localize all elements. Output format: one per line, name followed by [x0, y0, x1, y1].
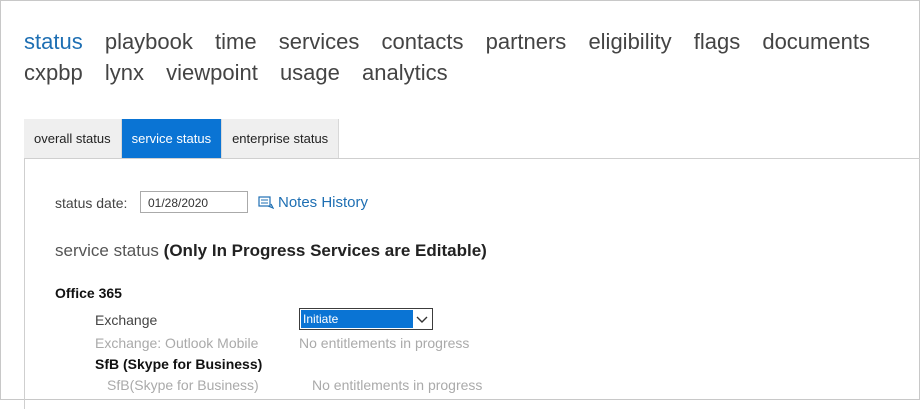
section-note: (Only In Progress Services are Editable)	[163, 241, 487, 260]
office365-heading: Office 365	[55, 285, 122, 301]
tab-service-status[interactable]: service status	[121, 119, 223, 158]
status-date-field[interactable]: 01/28/2020	[140, 191, 248, 213]
sfb-heading: SfB (Skype for Business)	[95, 356, 263, 372]
exchange-status-select[interactable]: Initiate	[299, 308, 433, 330]
nav-viewpoint[interactable]: viewpoint	[166, 60, 258, 85]
nav-eligibility[interactable]: eligibility	[588, 29, 671, 54]
nav-time[interactable]: time	[215, 29, 257, 54]
nav-playbook[interactable]: playbook	[105, 29, 193, 54]
section-title: service status (Only In Progress Service…	[55, 241, 487, 261]
nav-services[interactable]: services	[279, 29, 360, 54]
nav-flags[interactable]: flags	[694, 29, 740, 54]
nav-documents[interactable]: documents	[762, 29, 870, 54]
notes-icon	[258, 196, 274, 209]
exchange-label: Exchange	[95, 312, 158, 328]
exchange-status-value: Initiate	[301, 310, 413, 328]
tab-overall-status[interactable]: overall status	[24, 119, 122, 158]
sfb-label: SfB(Skype for Business)	[107, 377, 259, 393]
notes-history-label: Notes History	[278, 194, 369, 211]
nav-cxpbp[interactable]: cxpbp	[24, 60, 83, 85]
sfb-status: No entitlements in progress	[312, 377, 483, 393]
nav-usage[interactable]: usage	[280, 60, 340, 85]
chevron-down-icon	[416, 316, 428, 323]
notes-history-link[interactable]: Notes History	[258, 194, 368, 211]
service-status-panel: status date: 01/28/2020 Notes History se…	[24, 158, 920, 409]
exchange-outlook-label: Exchange: Outlook Mobile	[95, 335, 259, 351]
tab-enterprise-status[interactable]: enterprise status	[222, 119, 340, 158]
nav-contacts[interactable]: contacts	[382, 29, 464, 54]
nav-lynx[interactable]: lynx	[105, 60, 144, 85]
nav-analytics[interactable]: analytics	[362, 60, 448, 85]
nav-status[interactable]: status	[24, 29, 83, 54]
status-tabs: overall status service status enterprise…	[24, 119, 340, 158]
nav-partners[interactable]: partners	[486, 29, 567, 54]
status-date-label: status date:	[55, 195, 128, 211]
top-navigation: status playbook time services contacts p…	[24, 26, 904, 88]
section-title-text: service status	[55, 241, 159, 260]
exchange-outlook-status: No entitlements in progress	[299, 335, 470, 351]
